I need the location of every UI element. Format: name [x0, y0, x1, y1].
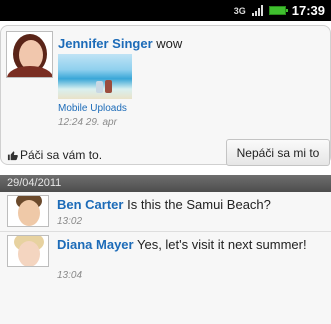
- post-header: Jennifer Singer wow: [58, 36, 182, 51]
- comments-list: Ben Carter Is this the Samui Beach? 13:0…: [0, 192, 331, 324]
- comment-body: Yes, let's visit it next summer!: [136, 237, 307, 252]
- comment-time: 13:04: [57, 270, 83, 281]
- list-item[interactable]: Diana Mayer Yes, let's visit it next sum…: [0, 232, 331, 284]
- like-button[interactable]: Páči sa vám to.: [7, 148, 102, 162]
- date-header: 29/04/2011: [0, 175, 331, 192]
- comment-text: Diana Mayer Yes, let's visit it next sum…: [57, 236, 327, 253]
- avatar[interactable]: [7, 195, 49, 227]
- battery-icon: [268, 6, 288, 15]
- network-3g-icon: 3G: [233, 5, 246, 16]
- thumbs-up-icon: [7, 150, 18, 160]
- comment-author[interactable]: Ben Carter: [57, 197, 123, 212]
- avatar[interactable]: [7, 235, 49, 267]
- post-message: wow: [156, 36, 183, 51]
- status-time: 17:39: [291, 3, 325, 18]
- comment-text: Ben Carter Is this the Samui Beach?: [57, 196, 327, 213]
- avatar[interactable]: [6, 31, 53, 78]
- list-item[interactable]: Ben Carter Is this the Samui Beach? 13:0…: [0, 192, 331, 230]
- post-timestamp: 12:24 29. apr: [58, 117, 117, 128]
- photo-thumbnail[interactable]: [58, 54, 132, 99]
- post-card: Jennifer Singer wow Mobile Uploads 12:24…: [0, 25, 331, 166]
- unlike-button[interactable]: Nepáči sa mi to: [226, 139, 330, 166]
- signal-strength-icon: [251, 5, 263, 16]
- like-label: Páči sa vám to.: [20, 148, 103, 162]
- status-bar: 3G 17:39: [0, 0, 331, 21]
- comment-author[interactable]: Diana Mayer: [57, 237, 134, 252]
- post-author[interactable]: Jennifer Singer: [58, 36, 153, 51]
- album-link[interactable]: Mobile Uploads: [58, 103, 127, 114]
- comment-time: 13:02: [57, 216, 83, 227]
- comment-body: Is this the Samui Beach?: [127, 197, 271, 212]
